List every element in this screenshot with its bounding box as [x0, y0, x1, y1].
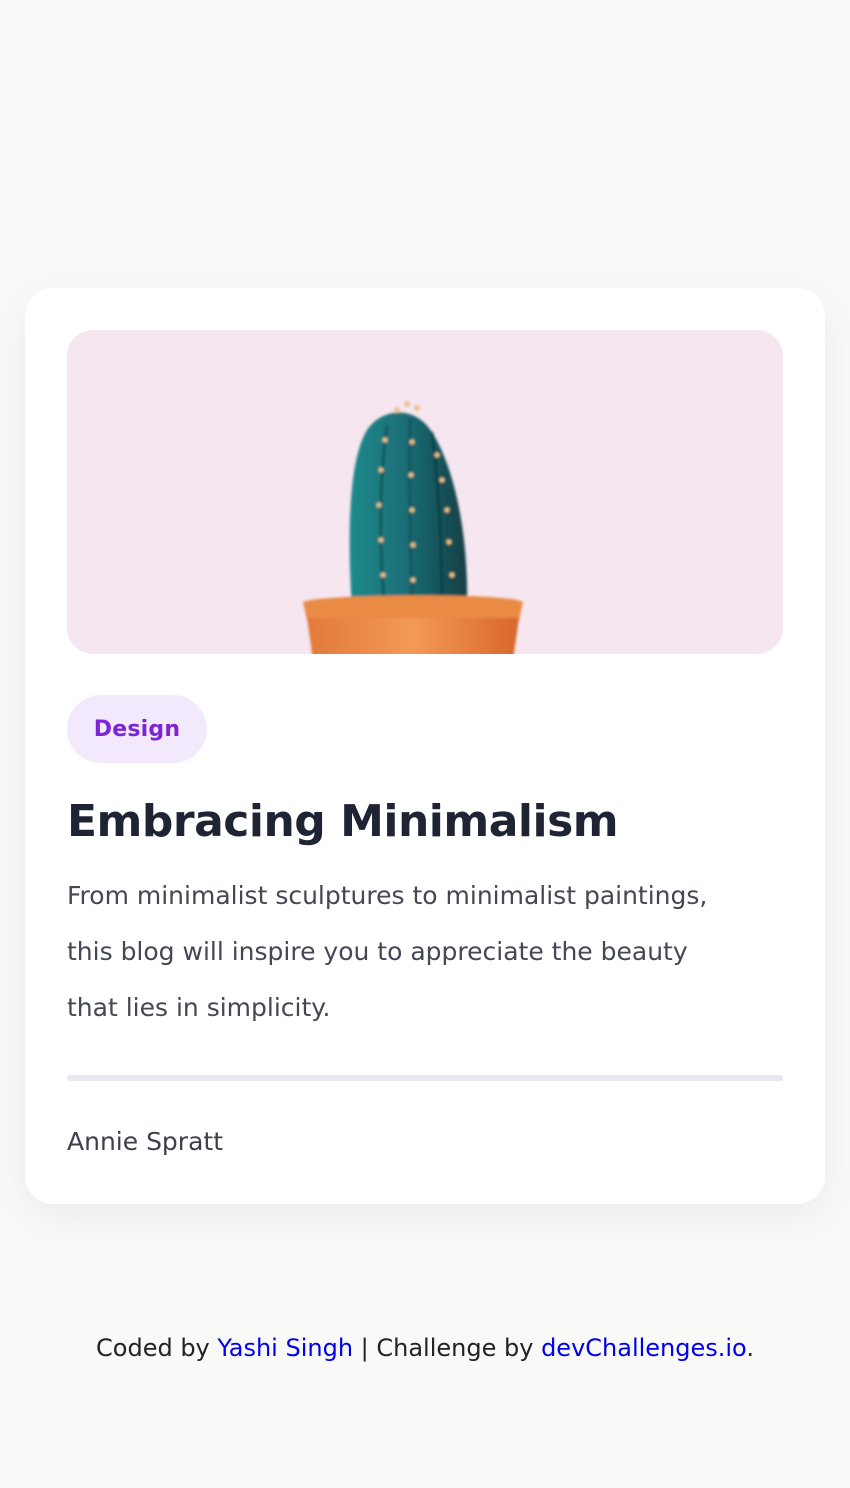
cactus-image	[67, 330, 783, 654]
category-tag[interactable]: Design	[67, 695, 207, 763]
footer-middle: | Challenge by	[353, 1334, 542, 1362]
post-description: From minimalist sculptures to minimalist…	[67, 881, 708, 1022]
post-title: Embracing Minimalism	[67, 796, 619, 847]
divider	[67, 1075, 783, 1081]
footer: Coded by Yashi Singh | Challenge by devC…	[0, 1330, 850, 1366]
footer-suffix: .	[746, 1334, 754, 1362]
challenge-link[interactable]: devChallenges.io	[541, 1334, 746, 1362]
footer-prefix: Coded by	[96, 1334, 218, 1362]
blog-card: Design Embracing Minimalism From minimal…	[25, 288, 825, 1204]
author-name: Annie Spratt	[67, 1127, 224, 1156]
author-link[interactable]: Yashi Singh	[217, 1334, 353, 1362]
